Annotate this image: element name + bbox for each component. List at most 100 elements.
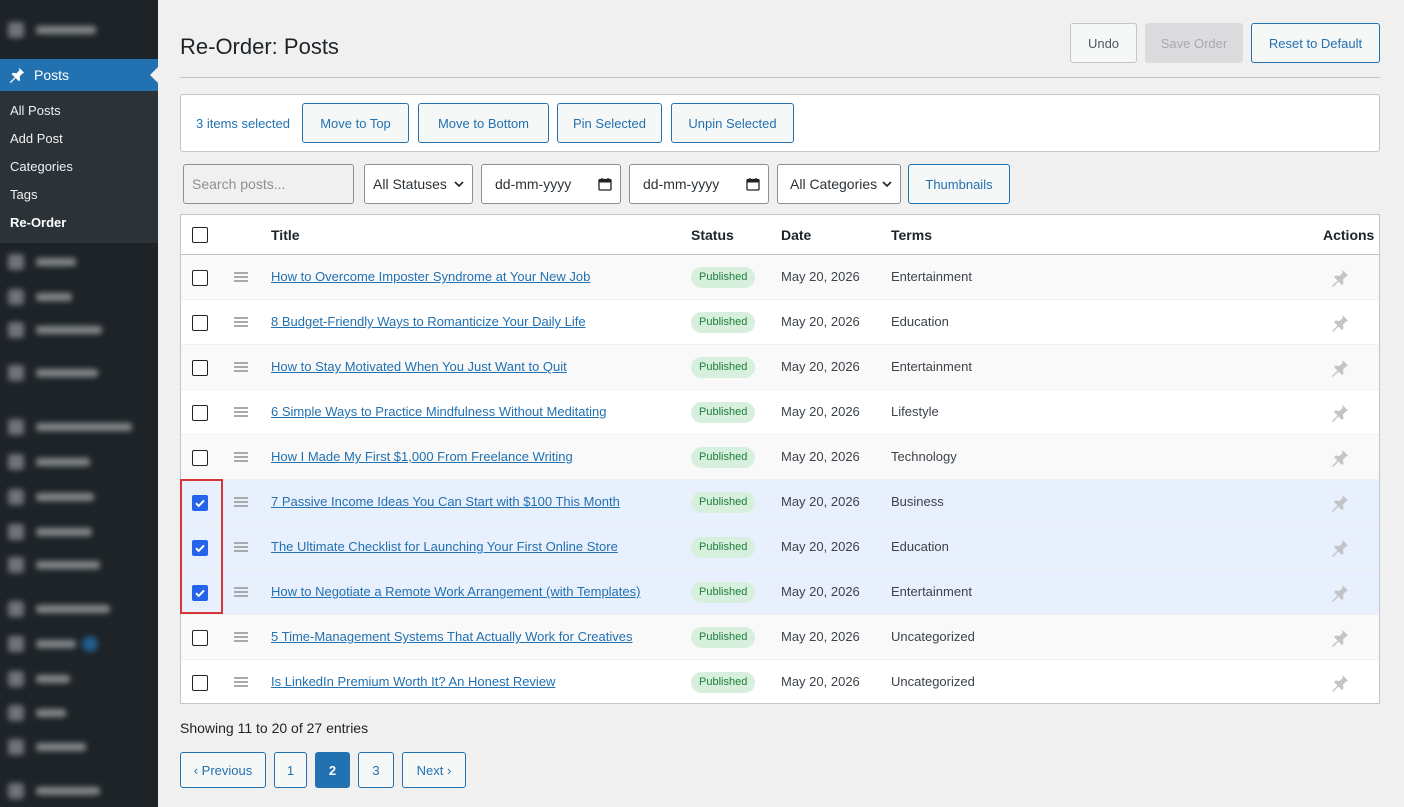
row-checkbox[interactable] bbox=[192, 405, 208, 421]
page-1-button[interactable]: 1 bbox=[274, 752, 307, 788]
post-title-link[interactable]: Is LinkedIn Premium Worth It? An Honest … bbox=[271, 674, 555, 689]
pin-icon[interactable] bbox=[1330, 403, 1350, 423]
page-3-button[interactable]: 3 bbox=[358, 752, 394, 788]
post-title-link[interactable]: 6 Simple Ways to Practice Mindfulness Wi… bbox=[271, 404, 607, 419]
status-select[interactable]: All Statuses bbox=[364, 164, 473, 204]
column-status[interactable]: Status bbox=[691, 227, 734, 243]
sidebar-item-blurred[interactable] bbox=[0, 520, 158, 544]
search-input[interactable]: Search posts... bbox=[183, 164, 354, 204]
column-date[interactable]: Date bbox=[781, 227, 811, 243]
tools-icon bbox=[8, 705, 24, 721]
category-select[interactable]: All Categories bbox=[777, 164, 901, 204]
post-terms: Entertainment bbox=[891, 584, 972, 599]
date-to-input[interactable]: dd-mm-yyyy bbox=[629, 164, 769, 204]
table-row[interactable]: 5 Time-Management Systems That Actually … bbox=[181, 615, 1379, 660]
unpin-selected-button[interactable]: Unpin Selected bbox=[671, 103, 794, 143]
submenu-re-order[interactable]: Re-Order bbox=[0, 212, 158, 240]
pin-icon[interactable] bbox=[1330, 583, 1350, 603]
status-select-value: All Statuses bbox=[373, 176, 447, 192]
table-row[interactable]: Is LinkedIn Premium Worth It? An Honest … bbox=[181, 660, 1379, 705]
pin-icon[interactable] bbox=[1330, 268, 1350, 288]
post-title-link[interactable]: How I Made My First $1,000 From Freelanc… bbox=[271, 449, 573, 464]
row-checkbox[interactable] bbox=[192, 360, 208, 376]
drag-handle-icon[interactable] bbox=[234, 272, 248, 282]
column-title[interactable]: Title bbox=[271, 227, 300, 243]
submenu-categories[interactable]: Categories bbox=[0, 156, 158, 184]
table-row[interactable]: How to Stay Motivated When You Just Want… bbox=[181, 345, 1379, 390]
comments-icon bbox=[8, 322, 24, 338]
pin-icon[interactable] bbox=[1330, 673, 1350, 693]
table-header: Title Status Date Terms Actions bbox=[181, 215, 1379, 255]
status-badge: Published bbox=[691, 402, 756, 423]
sidebar-item-blurred[interactable] bbox=[0, 450, 158, 474]
row-checkbox[interactable] bbox=[192, 270, 208, 286]
pin-icon[interactable] bbox=[1330, 538, 1350, 558]
sidebar-item-blurred[interactable] bbox=[0, 597, 158, 621]
selected-count: 3 items selected bbox=[196, 116, 290, 131]
drag-handle-icon[interactable] bbox=[234, 542, 248, 552]
sidebar-item-blurred[interactable] bbox=[0, 553, 158, 577]
sidebar-item-blurred[interactable] bbox=[0, 318, 158, 342]
sidebar-item-blurred[interactable] bbox=[0, 779, 158, 803]
submenu-add-post[interactable]: Add Post bbox=[0, 128, 158, 156]
sidebar-item-blurred[interactable] bbox=[0, 285, 158, 309]
sidebar-item-blurred[interactable] bbox=[0, 485, 158, 509]
row-checkbox[interactable] bbox=[192, 675, 208, 691]
drag-handle-icon[interactable] bbox=[234, 632, 248, 642]
page-2-button[interactable]: 2 bbox=[315, 752, 350, 788]
sidebar-item-posts[interactable]: Posts bbox=[0, 59, 158, 91]
thumbnails-toggle-button[interactable]: Thumbnails bbox=[908, 164, 1010, 204]
move-to-top-button[interactable]: Move to Top bbox=[302, 103, 409, 143]
pin-selected-button[interactable]: Pin Selected bbox=[557, 103, 662, 143]
reset-to-default-button[interactable]: Reset to Default bbox=[1251, 23, 1380, 63]
post-title-link[interactable]: 5 Time-Management Systems That Actually … bbox=[271, 629, 633, 644]
table-row[interactable]: 8 Budget-Friendly Ways to Romanticize Yo… bbox=[181, 300, 1379, 345]
previous-page-button[interactable]: ‹ Previous bbox=[180, 752, 266, 788]
move-to-bottom-button[interactable]: Move to Bottom bbox=[418, 103, 549, 143]
save-order-button[interactable]: Save Order bbox=[1145, 23, 1243, 63]
sidebar-item-blurred[interactable] bbox=[0, 667, 158, 691]
sidebar-item-blurred[interactable] bbox=[0, 18, 158, 42]
undo-button[interactable]: Undo bbox=[1070, 23, 1137, 63]
drag-handle-icon[interactable] bbox=[234, 677, 248, 687]
row-checkbox[interactable] bbox=[192, 450, 208, 466]
drag-handle-icon[interactable] bbox=[234, 587, 248, 597]
post-title-link[interactable]: The Ultimate Checklist for Launching You… bbox=[271, 539, 618, 554]
post-date: May 20, 2026 bbox=[781, 269, 860, 284]
pin-icon[interactable] bbox=[1330, 313, 1350, 333]
sidebar-item-blurred[interactable] bbox=[0, 735, 158, 759]
drag-handle-icon[interactable] bbox=[234, 362, 248, 372]
column-terms[interactable]: Terms bbox=[891, 227, 932, 243]
table-row[interactable]: How to Overcome Imposter Syndrome at You… bbox=[181, 255, 1379, 300]
next-page-button[interactable]: Next › bbox=[402, 752, 466, 788]
post-title-link[interactable]: How to Stay Motivated When You Just Want… bbox=[271, 359, 567, 374]
table-row[interactable]: 7 Passive Income Ideas You Can Start wit… bbox=[181, 480, 1379, 525]
table-row[interactable]: 6 Simple Ways to Practice Mindfulness Wi… bbox=[181, 390, 1379, 435]
row-checkbox[interactable] bbox=[192, 315, 208, 331]
table-row[interactable]: How to Negotiate a Remote Work Arrangeme… bbox=[181, 570, 1379, 615]
pin-icon[interactable] bbox=[1330, 493, 1350, 513]
table-row[interactable]: How I Made My First $1,000 From Freelanc… bbox=[181, 435, 1379, 480]
post-title-link[interactable]: How to Overcome Imposter Syndrome at You… bbox=[271, 269, 590, 284]
sidebar-item-blurred[interactable] bbox=[0, 415, 158, 439]
pin-icon[interactable] bbox=[1330, 628, 1350, 648]
drag-handle-icon[interactable] bbox=[234, 497, 248, 507]
table-row[interactable]: The Ultimate Checklist for Launching You… bbox=[181, 525, 1379, 570]
date-from-input[interactable]: dd-mm-yyyy bbox=[481, 164, 621, 204]
drag-handle-icon[interactable] bbox=[234, 452, 248, 462]
sidebar-item-blurred[interactable] bbox=[0, 355, 158, 391]
post-title-link[interactable]: 7 Passive Income Ideas You Can Start wit… bbox=[271, 494, 620, 509]
sidebar-item-blurred[interactable] bbox=[0, 632, 158, 656]
submenu-tags[interactable]: Tags bbox=[0, 184, 158, 212]
post-title-link[interactable]: 8 Budget-Friendly Ways to Romanticize Yo… bbox=[271, 314, 586, 329]
drag-handle-icon[interactable] bbox=[234, 317, 248, 327]
select-all-checkbox[interactable] bbox=[192, 227, 208, 243]
pin-icon[interactable] bbox=[1330, 358, 1350, 378]
sidebar-item-blurred[interactable] bbox=[0, 701, 158, 725]
post-title-link[interactable]: How to Negotiate a Remote Work Arrangeme… bbox=[271, 584, 640, 599]
pin-icon[interactable] bbox=[1330, 448, 1350, 468]
row-checkbox[interactable] bbox=[192, 630, 208, 646]
drag-handle-icon[interactable] bbox=[234, 407, 248, 417]
sidebar-item-blurred[interactable] bbox=[0, 250, 158, 274]
submenu-all-posts[interactable]: All Posts bbox=[0, 100, 158, 128]
